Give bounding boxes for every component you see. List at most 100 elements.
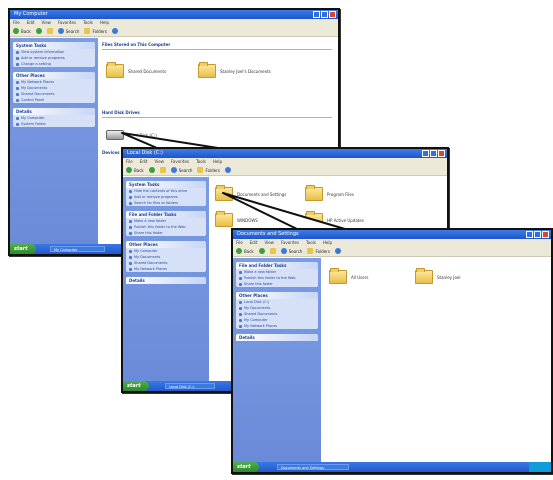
panel-details: Details My Computer System Folder <box>13 108 95 127</box>
task-link[interactable]: Share this folder <box>236 281 318 287</box>
back-button[interactable]: Back <box>126 167 144 173</box>
panel-title[interactable]: Other Places <box>13 72 95 79</box>
task-link[interactable]: Change a setting <box>13 61 95 67</box>
task-pane: File and Folder Tasks Make a new folder … <box>233 258 321 462</box>
title-bar[interactable]: Local Disk (C:) <box>123 149 447 158</box>
menu-file[interactable]: File <box>126 158 133 165</box>
folder-user-documents[interactable]: Stanley Joel's Documents <box>198 62 271 78</box>
folder-label: Shared Documents <box>128 68 167 74</box>
folder-label: Stanley Joel <box>437 274 461 280</box>
views-button[interactable] <box>224 167 231 173</box>
back-button[interactable]: Back <box>236 248 254 254</box>
search-button[interactable]: Search <box>170 167 192 173</box>
views-button[interactable] <box>111 28 118 34</box>
menu-favorites[interactable]: Favorites <box>171 158 189 165</box>
panel-title[interactable]: Other Places <box>236 292 318 299</box>
drive-label: Local Disk (C:) <box>128 132 157 138</box>
panel-title[interactable]: System Tasks <box>13 42 95 49</box>
close-button[interactable] <box>329 11 336 18</box>
folder-label: Documents and Settings <box>237 191 287 197</box>
taskbar-item[interactable]: Documents and Settings <box>277 464 349 470</box>
panel-system-tasks: System Tasks View system information Add… <box>13 42 95 67</box>
forward-button[interactable] <box>35 28 42 34</box>
panel-other-places: Other Places My Network Places My Docume… <box>13 72 95 103</box>
minimize-button[interactable] <box>526 231 533 238</box>
panel-title[interactable]: File and Folder Tasks <box>236 262 318 269</box>
hard-drive-icon <box>106 130 124 140</box>
views-button[interactable] <box>334 248 341 254</box>
start-button[interactable]: start <box>233 462 259 472</box>
forward-button[interactable] <box>258 248 265 254</box>
task-link[interactable]: Share this folder <box>126 230 206 236</box>
menu-edit[interactable]: Edit <box>140 158 148 165</box>
close-button[interactable] <box>438 150 445 157</box>
search-button[interactable]: Search <box>280 248 302 254</box>
title-bar[interactable]: Documents and Settings <box>233 230 551 239</box>
place-link[interactable]: My Network Places <box>126 266 206 272</box>
folder-documents-and-settings[interactable]: Documents and Settings <box>215 185 287 201</box>
folder-hp-updates[interactable]: HP Active Updates <box>305 211 364 227</box>
toolbar: Back Search Folders <box>123 165 447 176</box>
maximize-button[interactable] <box>321 11 328 18</box>
panel-title[interactable]: File and Folder Tasks <box>126 211 206 218</box>
menu-tools[interactable]: Tools <box>196 158 206 165</box>
folders-icon <box>197 167 204 173</box>
start-button[interactable]: start <box>10 244 36 254</box>
menu-help[interactable]: Help <box>100 19 109 26</box>
menu-favorites[interactable]: Favorites <box>58 19 76 26</box>
up-folder-icon <box>269 248 276 254</box>
menu-file[interactable]: File <box>13 19 20 26</box>
folder-program-files[interactable]: Program Files <box>305 185 354 201</box>
folder-all-users[interactable]: All Users <box>329 268 368 284</box>
menu-tools[interactable]: Tools <box>306 239 316 246</box>
menu-favorites[interactable]: Favorites <box>281 239 299 246</box>
up-button[interactable] <box>46 28 53 34</box>
menu-view[interactable]: View <box>154 158 164 165</box>
folder-icon <box>106 62 124 78</box>
menu-help[interactable]: Help <box>323 239 332 246</box>
folder-user-profile[interactable]: Stanley Joel <box>415 268 461 284</box>
folder-windows[interactable]: WINDOWS <box>215 211 258 227</box>
panel-title[interactable]: Other Places <box>126 241 206 248</box>
search-button[interactable]: Search <box>57 28 79 34</box>
window-documents-and-settings: Documents and Settings File Edit View Fa… <box>231 228 553 474</box>
views-icon <box>111 28 118 34</box>
menu-view[interactable]: View <box>264 239 274 246</box>
taskbar-item[interactable]: My Computer <box>50 246 105 252</box>
panel-title[interactable]: System Tasks <box>126 181 206 188</box>
maximize-button[interactable] <box>534 231 541 238</box>
task-pane: System Tasks View system information Add… <box>10 38 98 244</box>
start-button[interactable]: start <box>123 381 149 391</box>
up-button[interactable] <box>159 167 166 173</box>
close-button[interactable] <box>542 231 549 238</box>
panel-details: Details <box>236 334 318 341</box>
menu-edit[interactable]: Edit <box>250 239 258 246</box>
place-link[interactable]: My Network Places <box>236 323 318 329</box>
minimize-button[interactable] <box>313 11 320 18</box>
detail-text: System Folder <box>13 121 95 127</box>
menu-help[interactable]: Help <box>213 158 222 165</box>
menu-file[interactable]: File <box>236 239 243 246</box>
forward-button[interactable] <box>148 167 155 173</box>
taskbar-item[interactable]: Local Disk (C:) <box>165 383 215 389</box>
drive-local-disk-c[interactable]: Local Disk (C:) <box>106 130 157 140</box>
place-link[interactable]: Control Panel <box>13 97 95 103</box>
menu-view[interactable]: View <box>41 19 51 26</box>
panel-title[interactable]: Details <box>126 277 206 284</box>
panel-title[interactable]: Details <box>236 334 318 341</box>
up-button[interactable] <box>269 248 276 254</box>
panel-title[interactable]: Details <box>13 108 95 115</box>
minimize-button[interactable] <box>422 150 429 157</box>
back-button[interactable]: Back <box>13 28 31 34</box>
maximize-button[interactable] <box>430 150 437 157</box>
folder-shared-documents[interactable]: Shared Documents <box>106 62 167 78</box>
menu-tools[interactable]: Tools <box>83 19 93 26</box>
folders-button[interactable]: Folders <box>197 167 220 173</box>
folders-button[interactable]: Folders <box>84 28 107 34</box>
menu-edit[interactable]: Edit <box>27 19 35 26</box>
title-bar[interactable]: My Computer <box>10 10 338 19</box>
task-link[interactable]: Search for files or folders <box>126 200 206 206</box>
forward-arrow-icon <box>148 167 155 173</box>
folders-button[interactable]: Folders <box>307 248 330 254</box>
system-tray <box>529 462 551 472</box>
